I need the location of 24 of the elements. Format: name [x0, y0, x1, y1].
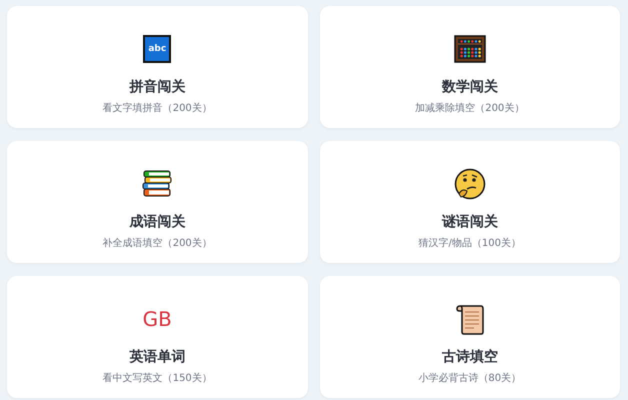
card-subtitle: 猜汉字/物品（100关） — [418, 236, 521, 250]
game-card[interactable]: 谜语闯关 猜汉字/物品（100关） — [320, 141, 620, 263]
game-card[interactable]: abc 拼音闯关 看文字填拼音（200关） — [7, 6, 308, 128]
card-title: 古诗填空 — [442, 348, 498, 366]
books-icon — [142, 170, 172, 198]
game-card[interactable]: 成语闯关 补全成语填空（200关） — [7, 141, 308, 263]
scroll-icon — [454, 303, 486, 335]
card-title: 谜语闯关 — [442, 213, 498, 231]
game-card[interactable]: GB 英语单词 看中文写英文（150关） — [7, 276, 308, 398]
card-subtitle: 补全成语填空（200关） — [102, 236, 212, 250]
card-title: 数学闯关 — [442, 78, 498, 96]
card-subtitle: 加减乘除填空（200关） — [415, 102, 524, 115]
card-subtitle: 看中文写英文（150关） — [102, 372, 212, 385]
game-card[interactable]: 数学闯关 加减乘除填空（200关） — [320, 6, 620, 128]
card-title: 拼音闯关 — [129, 78, 186, 96]
thinking-face-icon — [454, 168, 486, 200]
abacus-icon — [454, 35, 486, 63]
game-card[interactable]: 古诗填空 小学必背古诗（80关） — [320, 276, 620, 398]
card-title: 英语单词 — [129, 348, 186, 366]
letters-icon: GB — [142, 309, 172, 329]
card-title: 成语闯关 — [129, 213, 186, 231]
card-subtitle: 小学必背古诗（80关） — [418, 372, 522, 385]
abc-icon: abc — [143, 35, 172, 63]
card-subtitle: 看文字填拼音（200关） — [102, 102, 212, 115]
